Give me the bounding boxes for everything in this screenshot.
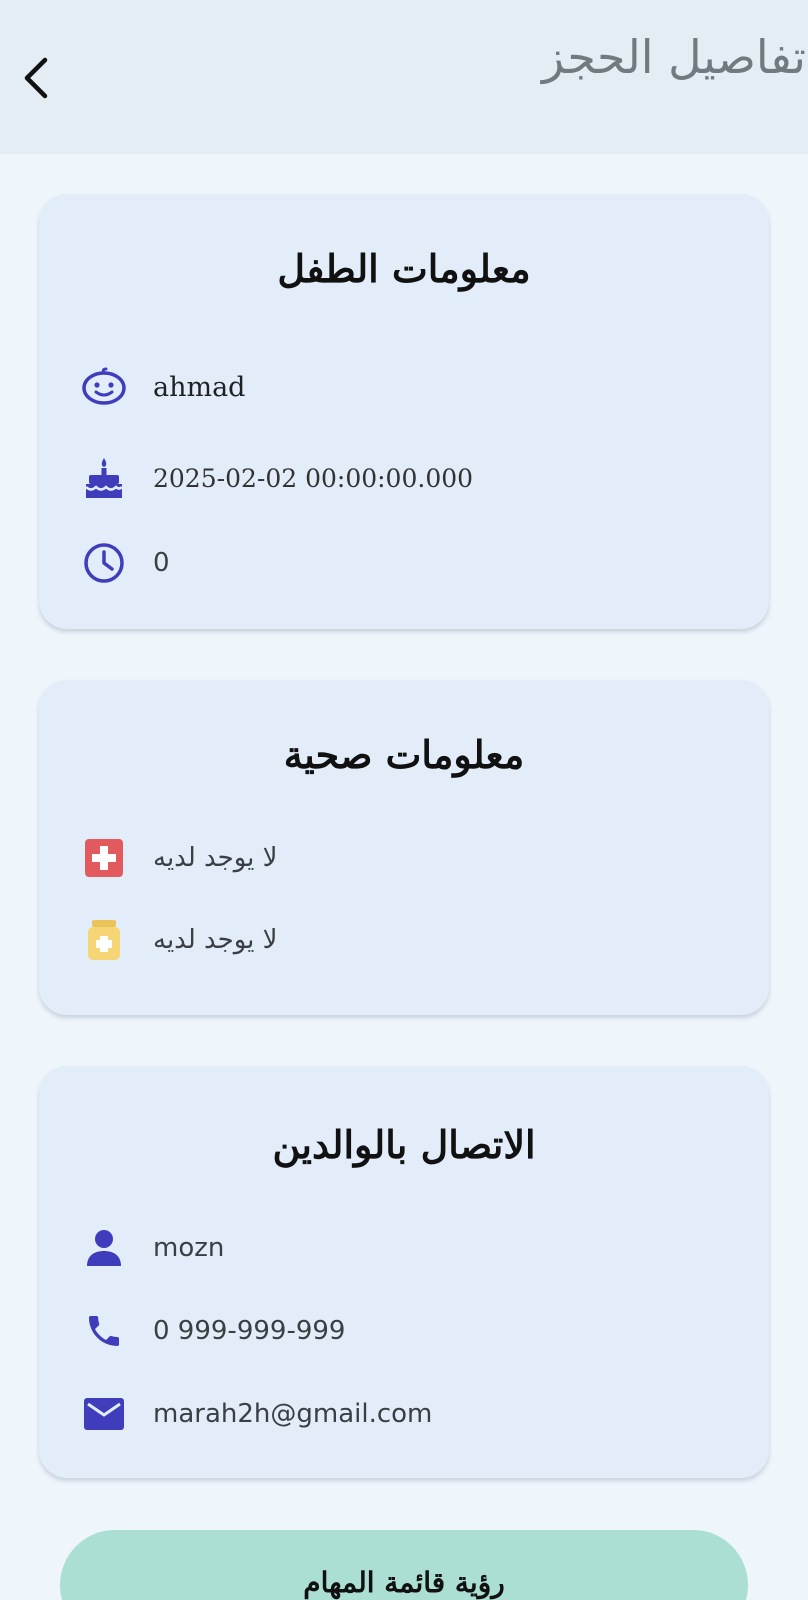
age-row: 0	[79, 538, 170, 588]
chevron-left-icon[interactable]	[21, 56, 51, 100]
medical-cross-icon	[79, 833, 129, 883]
parent-phone[interactable]: 0 999-999-999	[153, 1316, 345, 1346]
condition-row: لا يوجد لديه	[79, 833, 278, 883]
medication-row: لا يوجد لديه	[79, 915, 278, 965]
health-info-card: معلومات صحية لا يوجد لديه لا يوجد لديه	[39, 680, 769, 1015]
birth-date: 2025-02-02 00:00:00.000	[153, 463, 474, 493]
birth-date-row: 2025-02-02 00:00:00.000	[79, 453, 473, 503]
child-info-card: معلومات الطفل ahmad 2025-02-02 00:00:00.…	[39, 194, 769, 629]
parent-email-row[interactable]: marah2h@gmail.com	[79, 1389, 432, 1439]
child-name: ahmad	[153, 371, 246, 403]
parent-contact-title: الاتصال بالوالدين	[272, 1122, 536, 1167]
child-info-title: معلومات الطفل	[277, 246, 531, 291]
birthday-cake-icon	[79, 453, 129, 503]
parent-name-row: mozn	[79, 1223, 224, 1273]
page-title: تفاصيل الحجز	[541, 30, 806, 84]
health-condition: لا يوجد لديه	[153, 843, 278, 873]
parent-email[interactable]: marah2h@gmail.com	[153, 1399, 432, 1429]
view-tasks-label: رؤية قائمة المهام	[303, 1566, 505, 1599]
phone-icon[interactable]	[79, 1306, 129, 1356]
parent-contact-card: الاتصال بالوالدين mozn 0 999-999-999 mar…	[39, 1066, 769, 1478]
child-name-row: ahmad	[79, 362, 245, 412]
parent-name: mozn	[153, 1233, 225, 1263]
email-icon[interactable]	[79, 1389, 129, 1439]
app-header: تفاصيل الحجز	[0, 0, 808, 154]
clock-icon	[79, 538, 129, 588]
child-age: 0	[153, 548, 170, 578]
health-info-title: معلومات صحية	[283, 732, 525, 777]
child-face-icon	[79, 362, 129, 412]
person-icon	[79, 1223, 129, 1273]
medicine-bottle-icon	[79, 915, 129, 965]
parent-phone-row[interactable]: 0 999-999-999	[79, 1306, 345, 1356]
back-button[interactable]	[12, 50, 60, 106]
medication-info: لا يوجد لديه	[153, 925, 278, 955]
view-tasks-button[interactable]: رؤية قائمة المهام	[60, 1530, 748, 1600]
